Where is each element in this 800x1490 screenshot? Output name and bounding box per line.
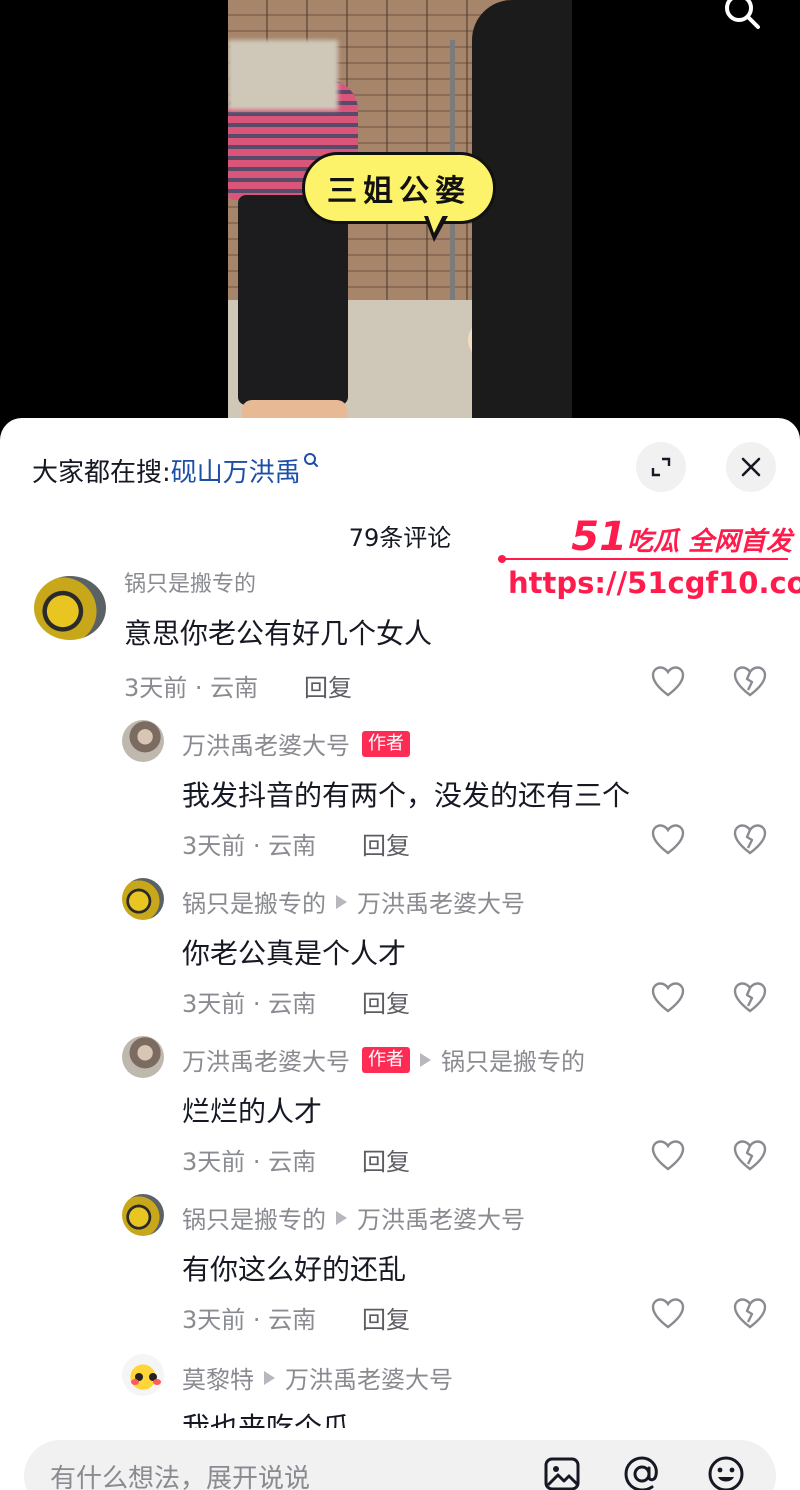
comment-text: 你老公真是个人才	[182, 937, 407, 970]
at-icon[interactable]	[622, 1454, 662, 1490]
comment-meta: 3天前 · 云南	[182, 832, 317, 860]
blurred-face	[228, 40, 338, 110]
image-icon[interactable]	[542, 1454, 582, 1490]
comment-text: 我也来吃个瓜	[182, 1411, 351, 1428]
comment-text-clip: 我也来吃个瓜	[182, 1406, 582, 1428]
reply-arrow-icon	[420, 1052, 431, 1067]
emoji-icon[interactable]	[706, 1454, 746, 1490]
speech-bubble-sticker: 三姐公婆	[302, 152, 496, 224]
dislike-broken-heart-icon[interactable]	[732, 980, 768, 1016]
reply-to-username[interactable]: 万洪禹老婆大号	[285, 1360, 453, 1395]
comment-meta: 3天前 · 云南	[182, 1148, 317, 1176]
comment-username[interactable]: 万洪禹老婆大号 作者	[182, 726, 410, 761]
comment-text: 我发抖音的有两个，没发的还有三个	[182, 779, 631, 812]
like-heart-icon[interactable]	[650, 664, 686, 700]
close-button[interactable]	[726, 442, 776, 492]
like-heart-icon[interactable]	[650, 1138, 686, 1174]
reply-button[interactable]: 回复	[362, 1142, 410, 1177]
reply-arrow-icon	[336, 1210, 347, 1225]
trending-search-prefix: 大家都在搜:	[32, 458, 171, 488]
person-right	[472, 0, 572, 430]
watermark-brand-text: 吃瓜 全网首发	[626, 527, 792, 557]
avatar[interactable]	[122, 1354, 164, 1396]
comment-text: 意思你老公有好几个女人	[124, 617, 433, 650]
search-icon[interactable]	[722, 0, 762, 34]
comment-text: 烂烂的人才	[182, 1095, 323, 1128]
reply-to-username[interactable]: 锅只是搬专的	[441, 1042, 585, 1077]
watermark-brand: 51吃瓜 全网首发	[571, 514, 792, 560]
comment-username[interactable]: 莫黎特 万洪禹老婆大号	[182, 1360, 453, 1395]
comment-username[interactable]: 万洪禹老婆大号 作者 锅只是搬专的	[182, 1042, 585, 1077]
reply-arrow-icon	[336, 894, 347, 909]
person-left	[228, 40, 358, 430]
comment-meta: 3天前 · 云南	[124, 674, 259, 702]
avatar[interactable]	[122, 878, 164, 920]
watermark-brand-number: 51	[571, 514, 627, 560]
watermark-url: https://51cgf10.com	[508, 566, 800, 600]
dislike-broken-heart-icon[interactable]	[732, 664, 768, 700]
avatar[interactable]	[34, 576, 106, 640]
avatar[interactable]	[122, 720, 164, 762]
username-text: 锅只是搬专的	[182, 890, 326, 918]
like-heart-icon[interactable]	[650, 822, 686, 858]
like-heart-icon[interactable]	[650, 980, 686, 1016]
reply-button[interactable]: 回复	[362, 984, 410, 1019]
comment-username[interactable]: 锅只是搬专的 万洪禹老婆大号	[182, 1200, 525, 1235]
expand-button[interactable]	[636, 442, 686, 492]
comment-input-bar[interactable]: 有什么想法，展开说说	[24, 1440, 776, 1490]
like-heart-icon[interactable]	[650, 1296, 686, 1332]
username-text: 锅只是搬专的	[182, 1206, 326, 1234]
username-text: 万洪禹老婆大号	[182, 1048, 350, 1076]
username-text: 锅只是搬专的	[124, 572, 257, 594]
video-player[interactable]: 三姐公婆	[0, 0, 800, 430]
author-badge: 作者	[362, 730, 410, 757]
comment-meta: 3天前 · 云南	[182, 1306, 317, 1334]
reply-to-username[interactable]: 万洪禹老婆大号	[357, 1200, 525, 1235]
comment-meta: 3天前 · 云南	[182, 990, 317, 1018]
speech-bubble-tail	[424, 213, 448, 242]
comment-sheet: 大家都在搜:砚山万洪禹 79条评论 51吃瓜 全网首发 https://51cg…	[0, 418, 800, 1490]
reply-arrow-icon	[264, 1370, 275, 1385]
reply-button[interactable]: 回复	[362, 826, 410, 861]
reply-button[interactable]: 回复	[304, 668, 352, 703]
black-pants	[238, 195, 348, 405]
comment-text: 有你这么好的还乱	[182, 1253, 407, 1286]
expand-icon	[651, 457, 671, 477]
comment-username[interactable]: 锅只是搬专的 万洪禹老婆大号	[182, 884, 525, 919]
avatar[interactable]	[122, 1036, 164, 1078]
close-icon	[741, 457, 761, 477]
dislike-broken-heart-icon[interactable]	[732, 1296, 768, 1332]
username-text: 莫黎特	[182, 1366, 254, 1394]
watermark: 51吃瓜 全网首发 https://51cgf10.com	[498, 514, 800, 614]
author-badge: 作者	[362, 1046, 410, 1073]
watermark-divider	[498, 555, 788, 563]
username-text: 万洪禹老婆大号	[182, 732, 350, 760]
comment-input-placeholder[interactable]: 有什么想法，展开说说	[50, 1458, 310, 1490]
dislike-broken-heart-icon[interactable]	[732, 1138, 768, 1174]
search-icon	[303, 453, 318, 467]
dislike-broken-heart-icon[interactable]	[732, 822, 768, 858]
avatar[interactable]	[122, 1194, 164, 1236]
reply-button[interactable]: 回复	[362, 1300, 410, 1335]
trending-search-keyword[interactable]: 砚山万洪禹	[171, 458, 301, 488]
comment-username[interactable]: 锅只是搬专的	[124, 570, 256, 594]
trending-search[interactable]: 大家都在搜:砚山万洪禹	[32, 452, 319, 489]
reply-to-username[interactable]: 万洪禹老婆大号	[357, 884, 525, 919]
